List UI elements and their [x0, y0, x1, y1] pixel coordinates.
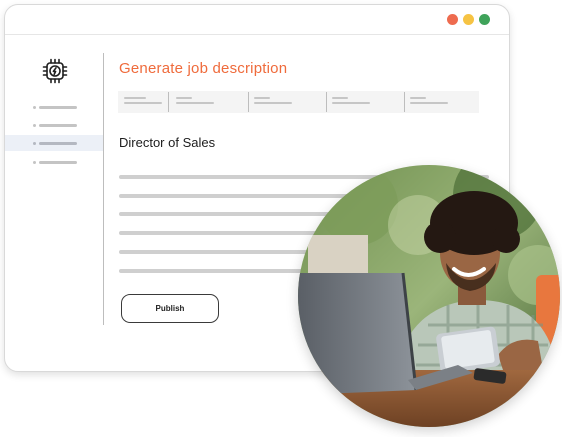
- photo-man-with-laptop: [298, 165, 560, 427]
- tab-label-placeholder: [176, 102, 214, 104]
- sidebar-item-2[interactable]: [5, 117, 103, 133]
- tab-separator: [248, 92, 249, 112]
- title-bar: [5, 5, 509, 35]
- sidebar-item-3-active[interactable]: [5, 135, 103, 151]
- page-title: Generate job description: [119, 60, 288, 77]
- tab-label-placeholder: [332, 102, 370, 104]
- sidebar-item-label-placeholder: [39, 124, 77, 127]
- tab-label-placeholder: [124, 97, 146, 99]
- tab-label-placeholder: [124, 102, 162, 104]
- tab-3[interactable]: [248, 91, 326, 113]
- tab-label-placeholder: [176, 97, 192, 99]
- bullet: [33, 142, 36, 145]
- job-title: Director of Sales: [119, 135, 216, 150]
- sidebar-item-4[interactable]: [5, 154, 103, 170]
- minimize-button[interactable]: [463, 14, 474, 25]
- tab-label-placeholder: [410, 102, 448, 104]
- tab-label-placeholder: [254, 102, 292, 104]
- maximize-button[interactable]: [479, 14, 490, 25]
- tab-4[interactable]: [326, 91, 404, 113]
- sidebar-item-label-placeholder: [39, 142, 77, 145]
- bullet: [33, 106, 36, 109]
- tab-separator: [168, 92, 169, 112]
- tab-label-placeholder: [254, 97, 270, 99]
- tab-label-placeholder: [332, 97, 348, 99]
- bullet: [33, 124, 36, 127]
- sidebar-item-label-placeholder: [39, 161, 77, 164]
- tab-label-placeholder: [410, 97, 426, 99]
- chip-lightning-icon: [42, 58, 68, 84]
- tab-separator: [326, 92, 327, 112]
- tab-5[interactable]: [404, 91, 479, 113]
- sidebar: [5, 35, 103, 371]
- stage: Generate job description Director of Sal…: [0, 0, 562, 437]
- sidebar-item-1[interactable]: [5, 99, 103, 115]
- sidebar-item-label-placeholder: [39, 106, 77, 109]
- sidebar-divider: [103, 53, 104, 325]
- tab-strip: [118, 91, 479, 113]
- bullet: [33, 161, 36, 164]
- tab-1[interactable]: [118, 91, 168, 113]
- photo-illustration: [298, 165, 560, 427]
- publish-button[interactable]: Publish: [121, 294, 219, 323]
- tab-2[interactable]: [168, 91, 218, 113]
- tab-separator: [404, 92, 405, 112]
- close-button[interactable]: [447, 14, 458, 25]
